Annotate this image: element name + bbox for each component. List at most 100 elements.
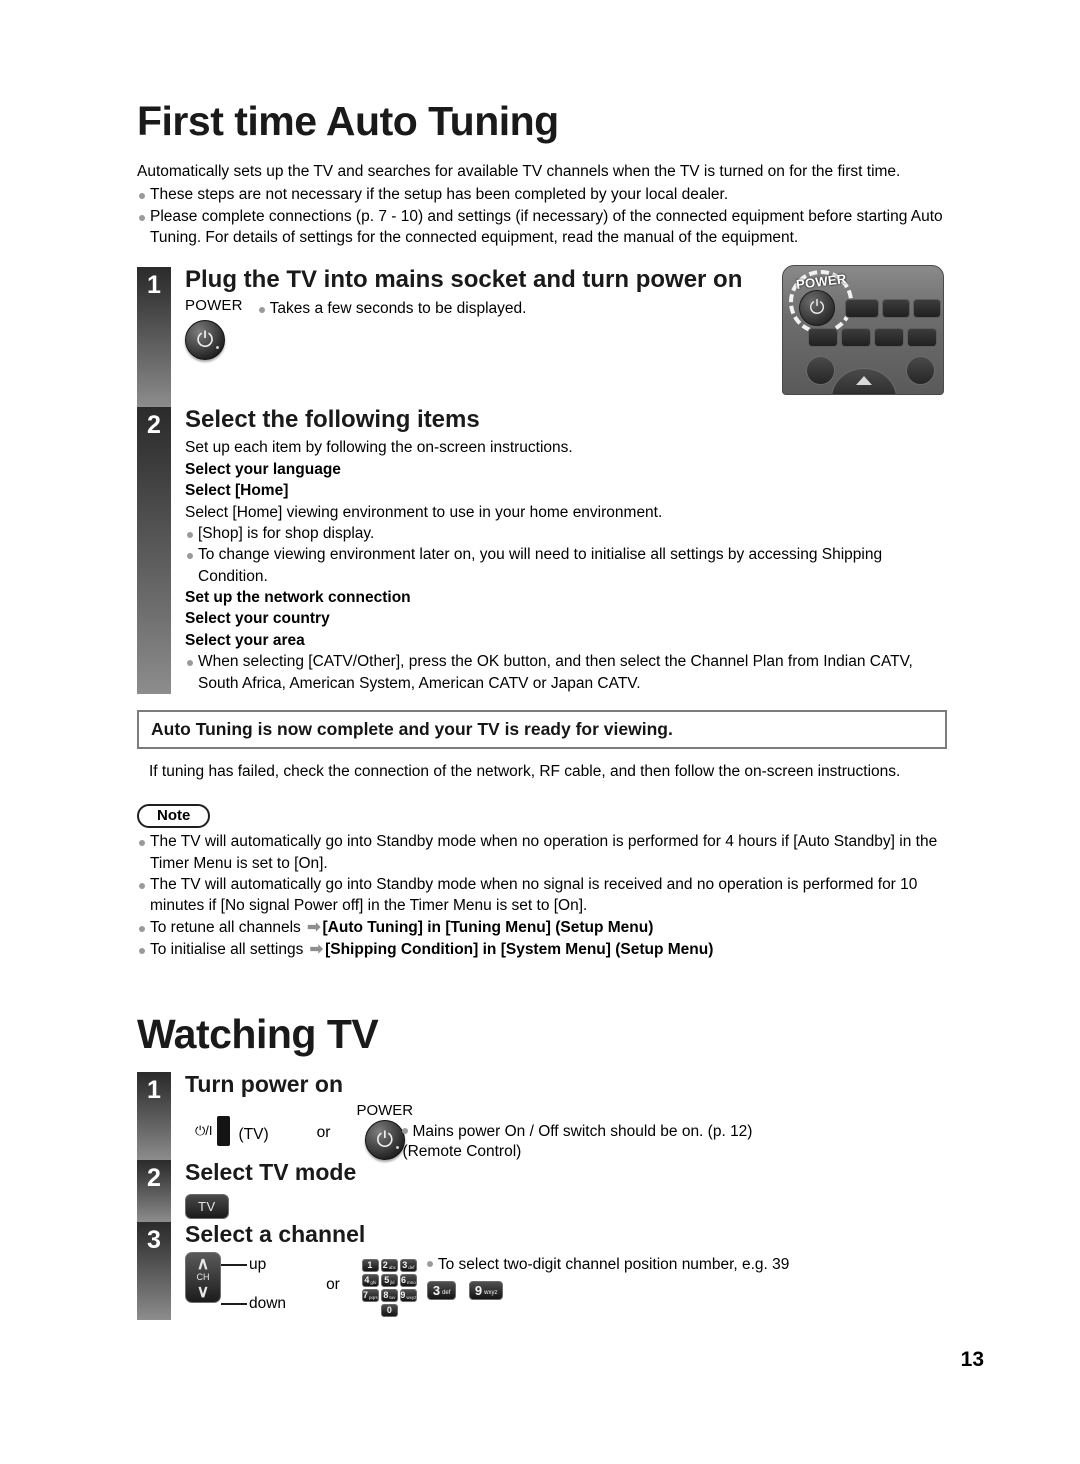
home-description: Select [Home] viewing environment to use… xyxy=(185,503,663,521)
remote-power-button-icon: ⏻ xyxy=(364,1119,405,1160)
step-1-notes: Takes a few seconds to be displayed. xyxy=(257,298,526,319)
channel-labels: up down xyxy=(221,1252,286,1315)
led-indicator-icon xyxy=(395,1145,399,1149)
step-number: 2 xyxy=(147,410,161,439)
right-arrow-icon: ➡ xyxy=(309,940,324,958)
power-label: POWER xyxy=(185,297,243,315)
section-title-watching-tv: Watching TV xyxy=(137,1010,379,1057)
setting-item-network: Set up the network connection xyxy=(185,589,411,607)
setting-item-language: Select your language xyxy=(185,460,341,478)
note-badge: Note xyxy=(137,804,211,829)
list-item: The TV will automatically go into Standb… xyxy=(137,874,947,917)
intro-text: Automatically sets up the TV and searche… xyxy=(137,163,901,181)
two-digit-example: To select two-digit channel position num… xyxy=(426,1255,790,1300)
list-item: When selecting [CATV/Other], press the O… xyxy=(185,651,947,694)
power-instruction-row: POWER ⏻ Takes a few seconds to be displa… xyxy=(185,297,947,361)
watching-step-1-block: 1 Turn power on ⏻/I (TV) or POWER ⏻ Main xyxy=(137,1071,947,1160)
watching-step-2-block: 2 Select TV mode TV xyxy=(137,1159,947,1222)
example-keys-row: 3 def 9 wxyz xyxy=(426,1280,790,1300)
step-2-block: 2 Select the following items Set up each… xyxy=(137,405,947,694)
key-3: 3 def xyxy=(399,1258,417,1272)
step-2-lead: Set up each item by following the on-scr… xyxy=(185,439,573,457)
up-label: up xyxy=(249,1256,267,1274)
example-key-9: 9 wxyz xyxy=(468,1280,504,1300)
step-title: Select the following items xyxy=(185,405,480,433)
tv-mode-key-icon: TV xyxy=(185,1193,229,1219)
rocker-switch-icon xyxy=(216,1115,230,1146)
list-item: Takes a few seconds to be displayed. xyxy=(257,298,526,319)
step-title: Select TV mode xyxy=(185,1159,357,1185)
note-reference: [Shipping Condition] in [System Menu] (S… xyxy=(325,940,714,958)
completion-subtext: If tuning has failed, check the connecti… xyxy=(149,762,901,780)
step-2-bullets-a: [Shop] is for shop display. To change vi… xyxy=(185,523,947,587)
example-note-row: To select two-digit channel position num… xyxy=(426,1255,790,1274)
list-item: These steps are not necessary if the set… xyxy=(137,184,947,205)
key-6: 6 mno xyxy=(399,1273,417,1287)
key-0: 0 xyxy=(380,1303,398,1317)
step-title: Select a channel xyxy=(185,1221,366,1247)
chevron-down-icon: ∨ xyxy=(196,1281,210,1301)
note-list: The TV will automatically go into Standb… xyxy=(137,831,947,961)
key-9: 9 wxyz xyxy=(399,1288,417,1302)
leader-line xyxy=(221,1303,247,1306)
numeric-keypad-icon: 1 2 abc 3 def 4 ghi 5 jkl 6 mno 7 pqrs 8 tuv 9w… xyxy=(361,1256,417,1317)
up-label-row: up xyxy=(221,1255,286,1276)
page-number: 13 xyxy=(960,1348,984,1371)
or-separator: or xyxy=(326,1275,340,1293)
power-icon: ⏻ xyxy=(196,328,214,352)
leader-line xyxy=(221,1264,247,1267)
watching-step-3-block: 3 Select a channel ∧ CH ∨ up down or 1 2… xyxy=(137,1221,947,1320)
setting-item-area: Select your area xyxy=(185,631,305,649)
key-4: 4 ghi xyxy=(361,1273,379,1287)
step-1-block: 1 Plug the TV into mains socket and turn… xyxy=(137,265,947,407)
list-item: The TV will automatically go into Standb… xyxy=(137,831,947,874)
channel-up-down-key-icon: ∧ CH ∨ xyxy=(185,1251,221,1303)
remote-power-option: POWER ⏻ Mains power On / Off switch shou… xyxy=(356,1102,752,1160)
note-text: To initialise all settings xyxy=(150,940,308,958)
chevron-up-icon: ∧ xyxy=(196,1253,210,1273)
key-1: 1 xyxy=(361,1258,379,1272)
keypad-grid: 1 2 abc 3 def 4 ghi 5 jkl 6 mno 7 pqrs 8 tuv 9w… xyxy=(361,1258,417,1317)
step-number: 1 xyxy=(147,270,161,299)
list-item: [Shop] is for shop display. xyxy=(185,523,947,544)
list-item: To change viewing environment later on, … xyxy=(185,544,947,587)
key-7: 7 pqrs xyxy=(361,1288,379,1302)
down-label: down xyxy=(249,1295,287,1313)
completion-callout: Auto Tuning is now complete and your TV … xyxy=(137,709,947,749)
setting-item-home: Select [Home] xyxy=(185,482,289,500)
power-icon: ⏻ xyxy=(376,1128,394,1152)
step-title: Turn power on xyxy=(185,1071,344,1097)
list-item: To retune all channels ➡ [Auto Tuning] in… xyxy=(137,917,947,939)
list-item: To initialise all settings ➡ [Shipping Co… xyxy=(137,939,947,961)
bullet-icon xyxy=(402,1127,409,1134)
led-indicator-icon xyxy=(216,346,219,350)
list-item: Please complete connections (p. 7 - 10) … xyxy=(137,206,947,249)
step-number: 2 xyxy=(147,1164,161,1192)
manual-page: POWER ⏻ First time Auto Tuning Automatic… xyxy=(0,0,1080,1464)
step-number: 3 xyxy=(147,1226,161,1254)
tv-caption: (TV) xyxy=(238,1125,269,1143)
channel-controls-row: ∧ CH ∨ up down or 1 2 abc 3 def 4 ghi 5 … xyxy=(185,1251,947,1317)
key-2: 2 abc xyxy=(380,1258,398,1272)
down-label-row: down xyxy=(221,1294,286,1315)
power-standby-icon: ⏻/I xyxy=(195,1122,213,1138)
page-title: First time Auto Tuning xyxy=(137,98,559,144)
right-arrow-icon: ➡ xyxy=(307,918,321,936)
note-reference: [Auto Tuning] in [Tuning Menu] (Setup Me… xyxy=(322,918,654,936)
bullet-icon xyxy=(426,1260,433,1267)
step-number: 1 xyxy=(147,1076,161,1104)
mains-note: Mains power On / Off switch should be on… xyxy=(412,1122,753,1140)
power-button-icon: ⏻ xyxy=(185,320,225,361)
step-gradient-bar xyxy=(137,406,171,694)
setting-item-country: Select your country xyxy=(185,610,330,628)
step-title: Plug the TV into mains socket and turn p… xyxy=(185,265,743,293)
remote-control-caption: (Remote Control) xyxy=(402,1142,522,1160)
tv-mains-switch: ⏻/I (TV) xyxy=(195,1115,269,1146)
intro-bullet-list: These steps are not necessary if the set… xyxy=(137,184,947,248)
step-2-bullets-b: When selecting [CATV/Other], press the O… xyxy=(185,651,947,694)
key-5: 5 jkl xyxy=(380,1273,398,1287)
note-text: To retune all channels xyxy=(150,918,306,936)
power-options-row: ⏻/I (TV) or POWER ⏻ Mains power On / Off… xyxy=(185,1102,947,1160)
example-note: To select two-digit channel position num… xyxy=(437,1255,790,1273)
remote-notes: Mains power On / Off switch should be on… xyxy=(402,1122,822,1162)
